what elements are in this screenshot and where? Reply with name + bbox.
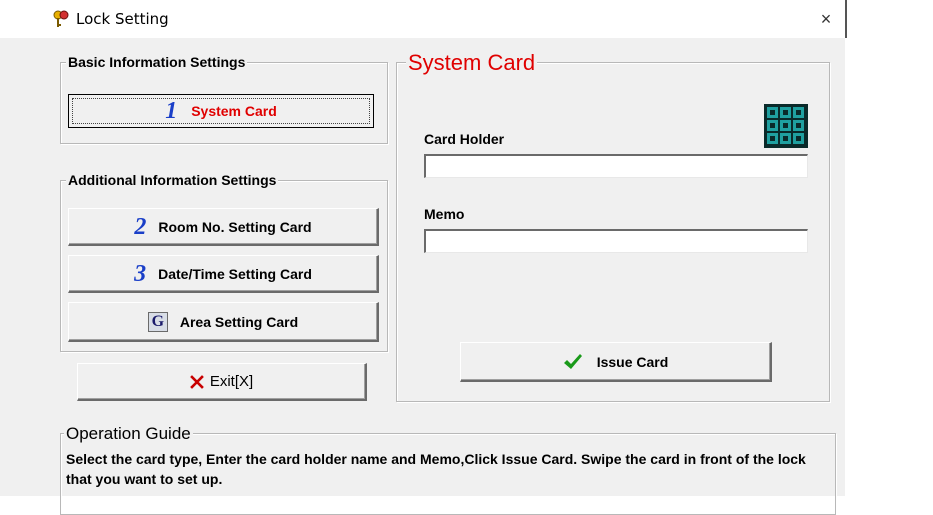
exit-button[interactable]: Exit[X] bbox=[77, 363, 367, 401]
title-bar: Lock Setting × bbox=[0, 0, 845, 38]
datetime-setting-card-button[interactable]: 3 Date/Time Setting Card bbox=[68, 255, 379, 293]
exit-button-label: Exit[X] bbox=[209, 373, 254, 390]
additional-info-label: Additional Information Settings bbox=[66, 172, 279, 188]
memo-label: Memo bbox=[424, 206, 465, 222]
close-button[interactable]: × bbox=[812, 6, 840, 32]
window-edge-divider bbox=[845, 0, 847, 38]
operation-guide-text: Select the card type, Enter the card hol… bbox=[66, 451, 806, 487]
system-card-button-label: System Card bbox=[191, 103, 277, 119]
card-holder-label: Card Holder bbox=[424, 131, 505, 147]
keys-icon bbox=[53, 10, 69, 27]
room-setting-card-label: Room No. Setting Card bbox=[158, 218, 312, 235]
keypad-icon bbox=[764, 104, 808, 148]
number-three-icon: 3 bbox=[134, 260, 147, 287]
area-setting-card-label: Area Setting Card bbox=[179, 313, 299, 330]
issue-card-label: Issue Card bbox=[596, 353, 669, 370]
system-card-panel-title: System Card bbox=[406, 50, 538, 76]
number-two-icon: 2 bbox=[134, 213, 147, 240]
area-setting-card-button[interactable]: G Area Setting Card bbox=[68, 302, 379, 342]
red-x-icon bbox=[189, 374, 204, 389]
memo-input[interactable] bbox=[424, 229, 808, 253]
close-icon: × bbox=[820, 9, 832, 29]
area-g-icon: G bbox=[147, 311, 168, 332]
lock-setting-window: Lock Setting × Basic Information Setting… bbox=[0, 0, 847, 515]
number-one-icon: 1 bbox=[165, 98, 178, 124]
room-setting-card-button[interactable]: 2 Room No. Setting Card bbox=[68, 208, 379, 246]
system-card-button[interactable]: 1 System Card bbox=[68, 94, 374, 128]
window-title: Lock Setting bbox=[76, 10, 169, 28]
green-check-icon bbox=[563, 353, 582, 369]
operation-guide-label: Operation Guide bbox=[64, 424, 193, 444]
basic-info-label: Basic Information Settings bbox=[66, 54, 248, 70]
card-holder-input[interactable] bbox=[424, 154, 808, 178]
issue-card-button[interactable]: Issue Card bbox=[460, 342, 772, 382]
datetime-setting-card-label: Date/Time Setting Card bbox=[158, 265, 312, 282]
